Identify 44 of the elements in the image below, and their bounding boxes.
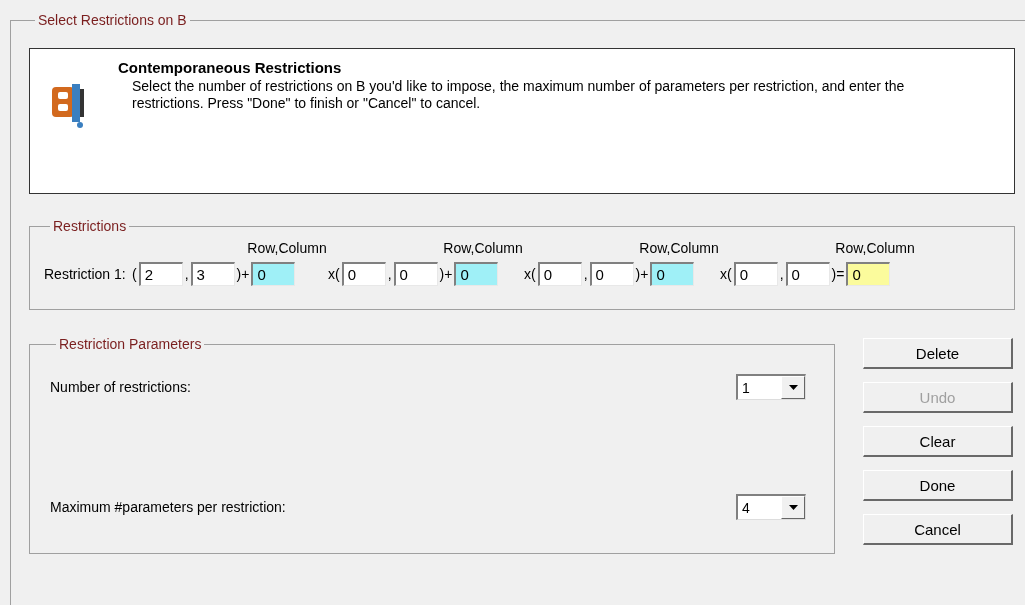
operator: )= bbox=[830, 266, 846, 282]
group-title: Restriction Parameters bbox=[58, 336, 203, 352]
column-field[interactable]: 0 bbox=[393, 262, 438, 286]
column-header: Row,Column bbox=[638, 240, 720, 256]
row-field[interactable]: 0 bbox=[733, 262, 778, 286]
separator: , bbox=[386, 266, 393, 282]
column-field[interactable]: 3 bbox=[190, 262, 235, 286]
info-heading: Contemporaneous Restrictions bbox=[118, 59, 343, 76]
column-field[interactable]: 0 bbox=[589, 262, 634, 286]
open-symbol: ( bbox=[131, 266, 138, 282]
info-text: Select the number of restrictions on B you'd like to impose, the maximum number of parameters per restriction, and enter the restrictions. Press "Done" to finish or "Cancel" to cancel. bbox=[131, 78, 906, 112]
open-symbol: x( bbox=[523, 266, 537, 282]
dropdown[interactable]: 1 bbox=[736, 374, 806, 400]
restriction-label: Restriction 1: bbox=[44, 266, 127, 282]
open-symbol: x( bbox=[327, 266, 341, 282]
coefficient-field[interactable]: 0 bbox=[454, 262, 499, 286]
dialog-button[interactable]: Done bbox=[863, 470, 1013, 501]
field-label: Number of restrictions: bbox=[50, 379, 191, 395]
separator: , bbox=[183, 266, 190, 282]
dialog-button[interactable]: Clear bbox=[863, 426, 1013, 457]
separator: , bbox=[582, 266, 589, 282]
row-field[interactable]: 2 bbox=[138, 262, 183, 286]
row-field[interactable]: 0 bbox=[341, 262, 386, 286]
column-field[interactable]: 0 bbox=[785, 262, 830, 286]
group-title: Restrictions bbox=[52, 218, 128, 234]
dropdown[interactable]: 4 bbox=[736, 494, 806, 520]
group-title: Select Restrictions on B bbox=[37, 12, 188, 28]
dropdown-value: 1 bbox=[742, 379, 750, 396]
column-header: Row,Column bbox=[442, 240, 524, 256]
dialog-button[interactable]: Delete bbox=[863, 338, 1013, 369]
column-header: Row,Column bbox=[246, 240, 328, 256]
result-field[interactable]: 0 bbox=[846, 262, 891, 286]
open-symbol: x( bbox=[719, 266, 733, 282]
separator: , bbox=[778, 266, 785, 282]
dialog-button[interactable]: Cancel bbox=[863, 514, 1013, 545]
operator: )+ bbox=[438, 266, 454, 282]
dropdown-value: 4 bbox=[742, 499, 750, 516]
column-header: Row,Column bbox=[834, 240, 916, 256]
field-label: Maximum #parameters per restriction: bbox=[50, 499, 286, 515]
row-field[interactable]: 0 bbox=[537, 262, 582, 286]
coefficient-field[interactable]: 0 bbox=[650, 262, 695, 286]
coefficient-field[interactable]: 0 bbox=[251, 262, 296, 286]
operator: )+ bbox=[235, 266, 251, 282]
operator: )+ bbox=[634, 266, 650, 282]
